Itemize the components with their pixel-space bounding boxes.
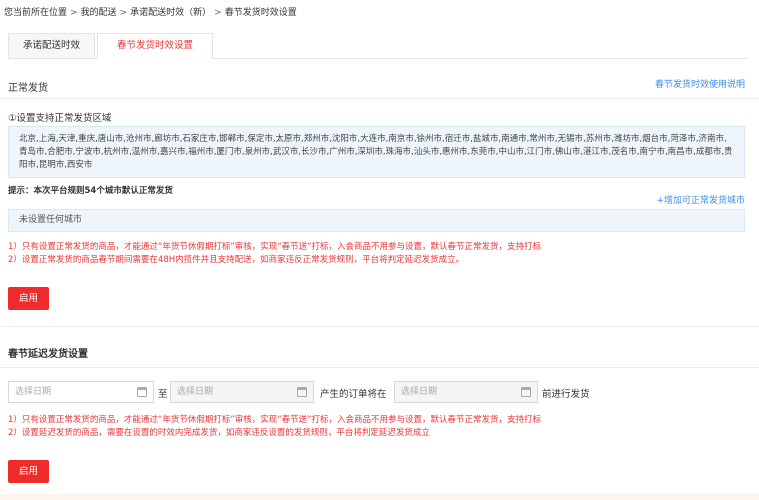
to-label: 至 — [158, 389, 168, 400]
delay-notes: 1）只有设置正常发货的商品，才能通过“年货节休假期打标”审核，实现“春节送”打标… — [8, 414, 541, 440]
date-placeholder: 选择日期 — [401, 387, 438, 397]
help-link[interactable]: 春节发货时效使用说明 — [655, 77, 745, 90]
start-date-input[interactable]: 选择日期 — [8, 381, 154, 403]
breadcrumb-separator: > — [119, 8, 128, 18]
note-line: 1）只有设置正常发货的商品，才能通过“年货节休假期打标”审核，实现“春节送”打标… — [8, 415, 542, 425]
date-placeholder: 选择日期 — [177, 387, 214, 397]
platform-hint: 提示：本次平台规则54个城市默认正常发货 — [8, 186, 173, 196]
bottom-strip — [0, 494, 759, 500]
breadcrumb-separator: > — [70, 8, 78, 18]
section-divider — [0, 98, 759, 99]
normal-notes: 1）只有设置正常发货的商品，才能通过“年货节休假期打标”审核，实现“春节送”打标… — [8, 241, 541, 267]
breadcrumb-item: 您当前所在位置 — [4, 8, 68, 18]
breadcrumb-separator: > — [214, 8, 222, 18]
calendar-icon — [297, 387, 307, 397]
calendar-icon — [521, 387, 531, 397]
date-placeholder: 选择日期 — [15, 387, 52, 397]
city-list: 北京,上海,天津,重庆,唐山市,沧州市,廊坊市,石家庄市,邯郸市,保定市,太原市… — [8, 126, 745, 178]
breadcrumb-item[interactable]: 承诺配送时效（新） — [130, 8, 211, 18]
step-label: ①设置支持正常发货区域 — [8, 113, 112, 124]
note-line: 2）设置正常发货的商品春节期间需要在48H内揽件并且支持配送，如商家违反正常发货… — [8, 255, 465, 265]
section-divider — [0, 326, 759, 327]
note-line: 1）只有设置正常发货的商品，才能通过“年货节休假期打标”审核，实现“春节送”打标… — [8, 242, 542, 252]
breadcrumb-item: 春节发货时效设置 — [224, 8, 297, 18]
tab-spring-festival[interactable]: 春节发货时效设置 — [97, 33, 213, 59]
tab-bar: 承诺配送时效 春节发货时效设置 — [8, 33, 748, 59]
enable-normal-button[interactable]: 启用 — [8, 287, 49, 310]
ship-before-label: 前进行发货 — [542, 389, 590, 400]
normal-shipping-title: 正常发货 — [8, 83, 48, 94]
breadcrumb: 您当前所在位置 > 我的配送 > 承诺配送时效（新） > 春节发货时效设置 — [4, 5, 297, 18]
section-divider — [0, 367, 759, 368]
tab-promised-delivery[interactable]: 承诺配送时效 — [8, 33, 95, 59]
end-date-input[interactable]: 选择日期 — [170, 381, 314, 403]
add-city-link[interactable]: +增加可正常发货城市 — [656, 193, 745, 206]
custom-city-box: 未设置任何城市 — [8, 209, 745, 232]
enable-delay-button[interactable]: 启用 — [8, 460, 49, 483]
calendar-icon — [137, 387, 147, 397]
ship-date-input[interactable]: 选择日期 — [394, 381, 538, 403]
delay-shipping-title: 春节延迟发货设置 — [8, 349, 88, 360]
orders-label: 产生的订单将在 — [320, 389, 387, 400]
note-line: 2）设置延迟发货的商品，需要在设置的时效内完成发货，如商家违反设置的发货规则，平… — [8, 428, 430, 438]
breadcrumb-item[interactable]: 我的配送 — [81, 8, 117, 18]
